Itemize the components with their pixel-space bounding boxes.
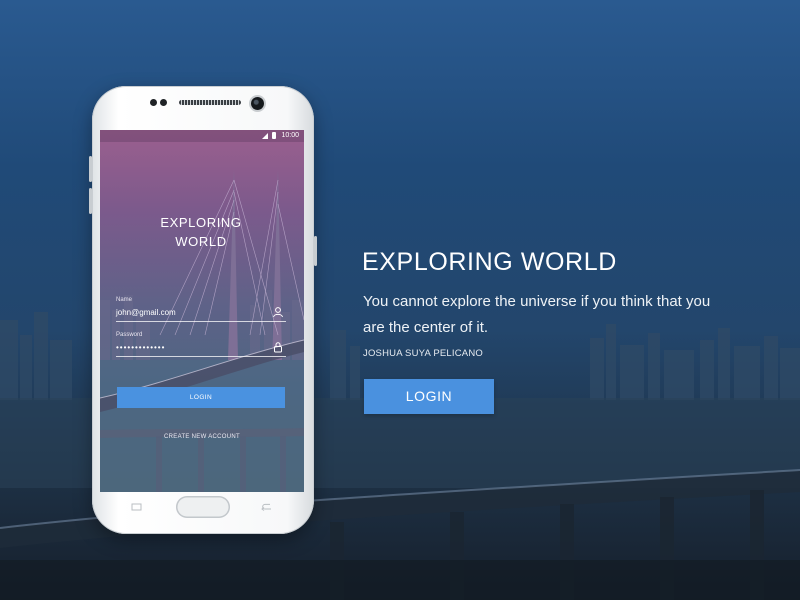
app-login-button[interactable]: LOGIN [117,387,285,408]
earpiece-speaker [179,100,241,105]
volume-button [89,188,92,214]
phone-mockup: 10:00 EXPLORING WORLD Name john@gmail.co… [89,86,317,534]
login-button[interactable]: LOGIN [364,379,494,414]
signal-icon [262,133,268,139]
app-title-line: WORLD [175,234,227,249]
app-title: EXPLORING WORLD [146,213,256,251]
password-label: Password [116,332,143,338]
status-time: 10:00 [281,132,299,139]
create-account-link[interactable]: CREATE NEW ACCOUNT [140,434,264,440]
lock-icon [274,342,282,353]
home-button [176,496,230,518]
status-bar: 10:00 [100,130,304,142]
sensor-dot [160,99,167,106]
hero-title: EXPLORING WORLD [362,248,617,276]
hero-author: JOSHUA SUYA PELICANO [363,348,483,359]
recent-apps-icon [131,503,142,511]
volume-button [89,156,92,182]
sensor-dot [150,99,157,106]
app-title-line: EXPLORING [160,215,242,230]
power-button [314,236,317,266]
name-input[interactable]: john@gmail.com [116,308,176,317]
phone-screen: 10:00 EXPLORING WORLD Name john@gmail.co… [100,130,304,492]
user-icon [273,307,283,318]
password-underline [116,356,286,357]
name-label: Name [116,297,133,303]
hero-tagline: You cannot explore the universe if you t… [363,293,711,336]
name-underline [116,321,286,322]
front-camera [251,97,264,110]
battery-icon [272,132,276,139]
back-icon [261,503,271,511]
password-input[interactable]: ••••••••••••• [116,343,165,352]
